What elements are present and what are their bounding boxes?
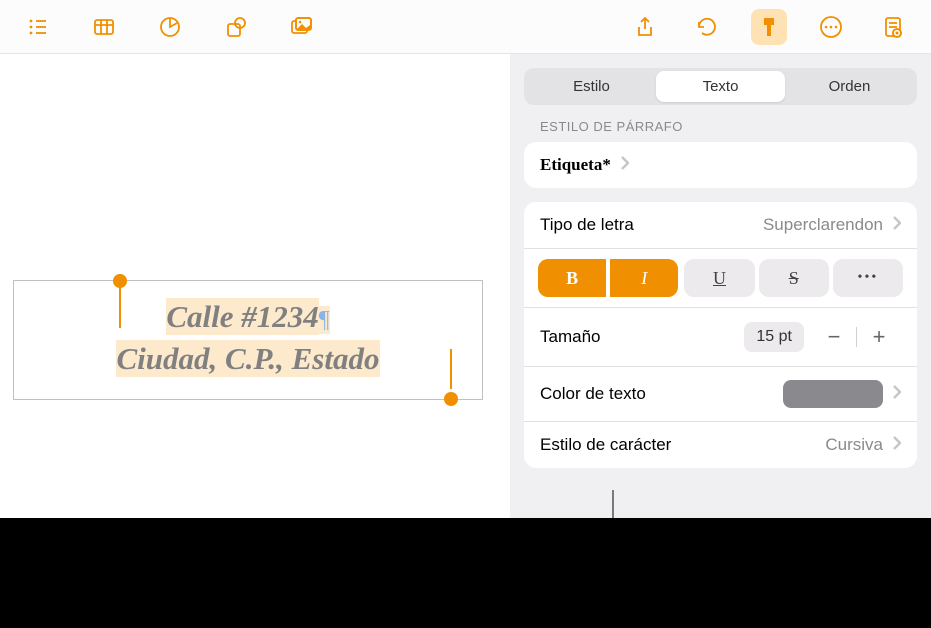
text-box[interactable]: Calle #1234¶ Ciudad, C.P., Estado (13, 280, 483, 400)
undo-icon[interactable] (689, 9, 725, 45)
character-style-value: Cursiva (825, 435, 883, 455)
underline-button[interactable]: U (684, 259, 754, 297)
text-color-row[interactable]: Color de texto (524, 367, 917, 422)
paragraph-style-row[interactable]: Etiqueta* (524, 142, 917, 188)
chevron-right-icon (893, 216, 901, 235)
strikethrough-button[interactable]: S (759, 259, 829, 297)
chart-icon[interactable] (152, 9, 188, 45)
list-icon[interactable] (20, 9, 56, 45)
document-canvas[interactable]: Calle #1234¶ Ciudad, C.P., Estado (0, 54, 510, 518)
paragraph-style-section-label: ESTILO DE PÁRRAFO (524, 119, 917, 134)
chevron-right-icon (893, 436, 901, 455)
chevron-right-icon (893, 385, 901, 404)
more-styles-button[interactable]: ••• (833, 259, 903, 297)
text-properties-card: Tipo de letra Superclarendon B I U S •••… (524, 202, 917, 468)
size-stepper: − + (812, 321, 901, 353)
format-inspector: Estilo Texto Orden ESTILO DE PÁRRAFO Eti… (510, 54, 931, 518)
inspector-tabs: Estilo Texto Orden (524, 68, 917, 105)
character-style-label: Estilo de carácter (540, 435, 671, 455)
font-value: Superclarendon (763, 215, 883, 235)
format-icon[interactable] (751, 9, 787, 45)
bottom-bar (0, 518, 931, 628)
selection-handle-start[interactable] (113, 274, 127, 288)
tab-style[interactable]: Estilo (527, 71, 656, 102)
text-line-2: Ciudad, C.P., Estado (116, 340, 379, 377)
paragraph-style-value: Etiqueta* (540, 155, 611, 175)
text-style-buttons: B I U S ••• (524, 249, 917, 308)
paragraph-mark-icon: ¶ (319, 306, 330, 334)
bold-button[interactable]: B (538, 259, 606, 297)
table-icon[interactable] (86, 9, 122, 45)
chevron-right-icon (621, 156, 629, 175)
size-value[interactable]: 15 pt (744, 322, 804, 352)
share-icon[interactable] (627, 9, 663, 45)
tab-text[interactable]: Texto (656, 71, 785, 102)
tab-arrange[interactable]: Orden (785, 71, 914, 102)
paragraph-style-card: Etiqueta* (524, 142, 917, 188)
text-line-1: Calle #1234 (166, 298, 318, 335)
italic-button[interactable]: I (610, 259, 678, 297)
size-increase-button[interactable]: + (857, 321, 901, 353)
character-style-row[interactable]: Estilo de carácter Cursiva (524, 422, 917, 468)
text-content[interactable]: Calle #1234¶ Ciudad, C.P., Estado (24, 296, 472, 380)
shape-icon[interactable] (218, 9, 254, 45)
size-row: Tamaño 15 pt − + (524, 308, 917, 367)
media-icon[interactable] (284, 9, 320, 45)
selection-start (119, 288, 121, 328)
text-color-label: Color de texto (540, 384, 646, 404)
text-color-swatch[interactable] (783, 380, 883, 408)
font-row[interactable]: Tipo de letra Superclarendon (524, 202, 917, 249)
selection-end (450, 349, 452, 389)
size-decrease-button[interactable]: − (812, 321, 856, 353)
size-label: Tamaño (540, 327, 600, 347)
selection-handle-end[interactable] (444, 392, 458, 406)
more-icon[interactable] (813, 9, 849, 45)
font-label: Tipo de letra (540, 215, 634, 235)
toolbar (0, 0, 931, 54)
document-icon[interactable] (875, 9, 911, 45)
